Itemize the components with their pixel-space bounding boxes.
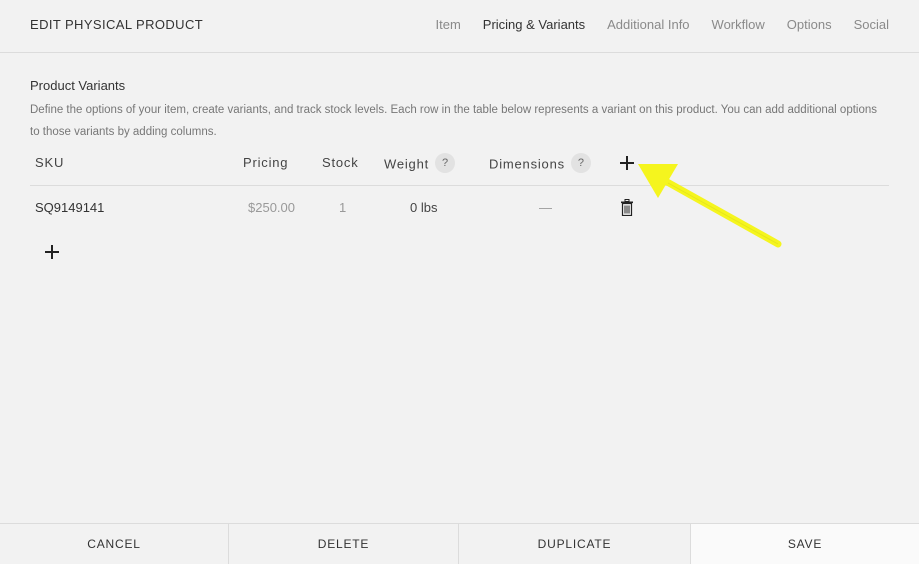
column-header-dimensions-label: Dimensions bbox=[489, 156, 565, 172]
tab-bar: Item Pricing & Variants Additional Info … bbox=[435, 17, 889, 32]
save-button[interactable]: SAVE bbox=[691, 524, 919, 564]
row-pricing[interactable]: $250.00 bbox=[248, 200, 295, 215]
row-weight[interactable]: 0 lbs bbox=[410, 200, 437, 215]
tab-options[interactable]: Options bbox=[787, 17, 832, 32]
column-header-sku: SKU bbox=[35, 155, 65, 170]
annotation-arrow-icon bbox=[638, 164, 782, 248]
tab-social[interactable]: Social bbox=[854, 17, 889, 32]
tab-additional-info[interactable]: Additional Info bbox=[607, 17, 689, 32]
tab-item[interactable]: Item bbox=[435, 17, 460, 32]
weight-help-icon[interactable]: ? bbox=[435, 153, 456, 173]
row-stock[interactable]: 1 bbox=[339, 200, 346, 215]
footer-action-bar: CANCEL DELETE DUPLICATE SAVE bbox=[0, 523, 919, 564]
cancel-button[interactable]: CANCEL bbox=[0, 524, 229, 564]
add-row-plus-icon[interactable] bbox=[45, 245, 59, 259]
column-header-dimensions: Dimensions? bbox=[489, 153, 591, 175]
tab-workflow[interactable]: Workflow bbox=[712, 17, 765, 32]
tab-pricing-variants[interactable]: Pricing & Variants bbox=[483, 17, 585, 32]
page-title: EDIT PHYSICAL PRODUCT bbox=[30, 17, 204, 32]
column-header-weight-label: Weight bbox=[384, 156, 430, 172]
delete-button[interactable]: DELETE bbox=[229, 524, 459, 564]
column-header-pricing: Pricing bbox=[243, 155, 289, 170]
section-description: Define the options of your item, create … bbox=[30, 104, 878, 138]
column-header-stock: Stock bbox=[322, 155, 359, 170]
duplicate-button[interactable]: DUPLICATE bbox=[459, 524, 691, 564]
column-header-weight: Weight? bbox=[384, 153, 456, 175]
row-sku[interactable]: SQ9149141 bbox=[35, 200, 104, 215]
header: EDIT PHYSICAL PRODUCT Item Pricing & Var… bbox=[0, 0, 919, 53]
row-dimensions[interactable]: — bbox=[539, 200, 552, 215]
section-title: Product Variants bbox=[30, 78, 126, 93]
dimensions-help-icon[interactable]: ? bbox=[570, 153, 591, 173]
